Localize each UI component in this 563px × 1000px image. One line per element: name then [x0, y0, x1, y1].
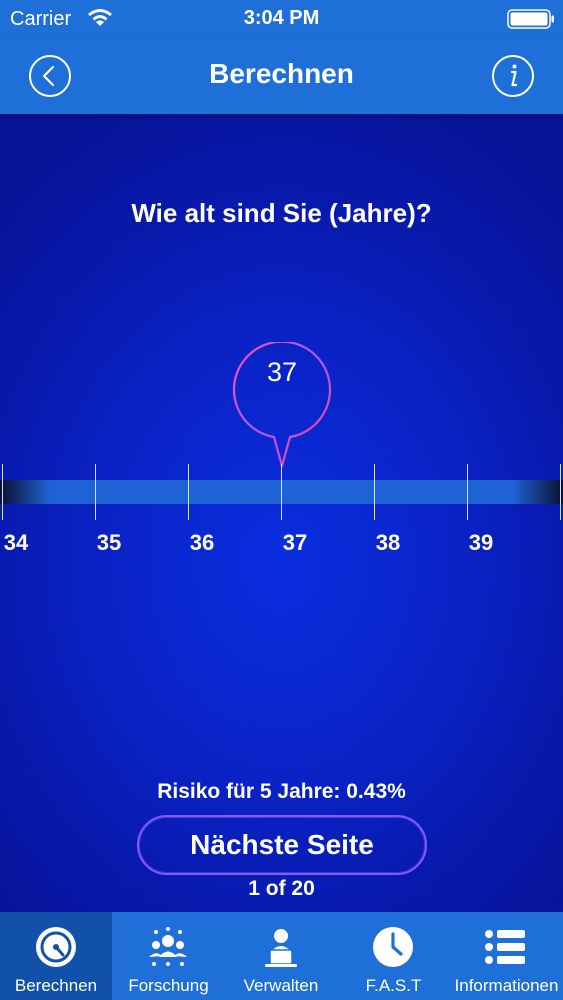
tab-fast[interactable]: F.A.S.T	[337, 912, 450, 1000]
tab-berechnen[interactable]: Berechnen	[0, 912, 112, 1000]
research-group-icon	[149, 927, 187, 966]
age-picker-ruler[interactable]: 34 35 36 37 38 39 4	[0, 464, 563, 556]
info-button[interactable]	[491, 54, 535, 98]
tab-verwalten[interactable]: Verwalten	[225, 912, 337, 1000]
status-time: 3:04 PM	[243, 7, 320, 29]
selected-value: 37	[266, 357, 298, 387]
ruler-tick-label: 37	[282, 530, 308, 555]
tab-label: Verwalten	[243, 976, 319, 995]
selected-value-bubble: 37	[230, 342, 334, 472]
ruler-tick	[560, 464, 561, 520]
ruler-tick	[95, 464, 96, 520]
ruler-tick-label: 38	[375, 530, 401, 555]
main-content: Wie alt sind Sie (Jahre)? 37 34 35 36 37 38 3…	[0, 114, 563, 912]
tab-label: Informationen	[454, 976, 559, 995]
gauge-icon	[36, 927, 76, 967]
ruler-tick-label: 36	[189, 530, 215, 555]
navigation-bar: Berechnen	[0, 38, 563, 114]
ruler-tick-label: 34	[3, 530, 29, 555]
tab-label: Forschung	[128, 976, 209, 995]
ruler-tick	[2, 464, 3, 520]
status-bar: Carrier 3:04 PM	[0, 0, 563, 38]
list-icon	[485, 930, 525, 964]
user-laptop-icon	[265, 929, 297, 967]
tab-bar: Berechnen Forschung Verwalten F.A.S.T In…	[0, 912, 563, 1000]
tab-label: F.A.S.T	[365, 976, 422, 995]
page-title: Berechnen	[209, 58, 354, 89]
ruler-tick	[188, 464, 189, 520]
tab-label: Berechnen	[14, 976, 98, 995]
question-label: Wie alt sind Sie (Jahre)?	[131, 198, 432, 228]
ruler-tick	[467, 464, 468, 520]
ruler-tick	[281, 464, 282, 520]
risk-label: Risiko für 5 Jahre: 0.43%	[157, 780, 406, 803]
page-counter: 1 of 20	[248, 877, 315, 900]
tab-forschung[interactable]: Forschung	[112, 912, 225, 1000]
tab-informationen[interactable]: Informationen	[450, 912, 563, 1000]
clock-icon	[373, 927, 413, 967]
ruler-tick-label: 39	[468, 530, 494, 555]
next-page-button[interactable]: Nächste Seite	[137, 815, 427, 875]
ruler-tick-label: 35	[96, 530, 122, 555]
ruler-tick-label: 4	[544, 530, 563, 556]
battery-icon	[507, 9, 554, 29]
ruler-tick	[374, 464, 375, 520]
